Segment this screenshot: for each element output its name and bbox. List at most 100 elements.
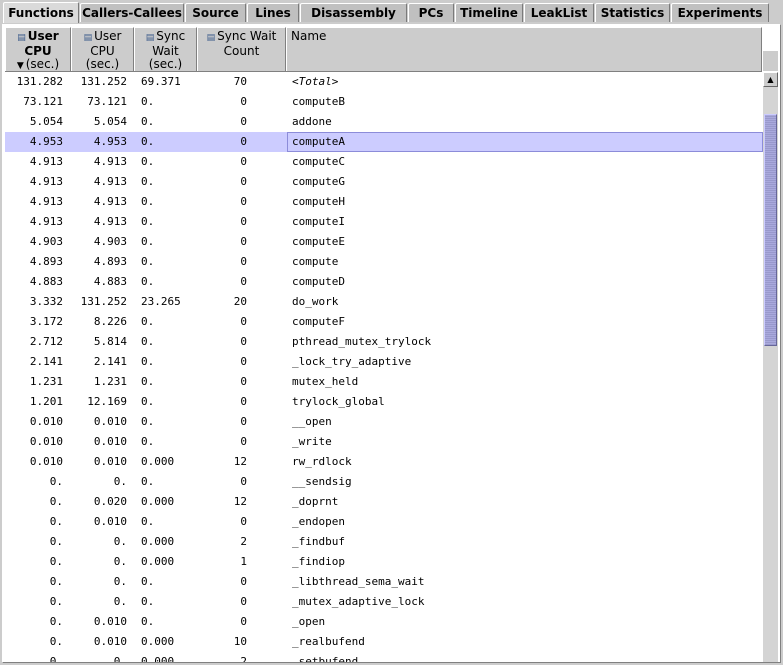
sync-wait-cell: 0. — [141, 415, 155, 428]
exclusive-user-cpu-cell: 2.712 — [29, 335, 63, 348]
sync-wait-cell: 0. — [141, 235, 155, 248]
metric-icon: ▤ — [17, 33, 26, 43]
tab-experiments[interactable]: Experiments — [671, 3, 769, 22]
header-corner — [763, 51, 778, 71]
tab-disassembly[interactable]: Disassembly — [300, 3, 407, 22]
function-name-cell: _write — [292, 435, 332, 448]
sync-wait-count-cell: 1 — [240, 555, 247, 568]
inclusive-user-cpu-cell: 0.010 — [93, 515, 127, 528]
table-row[interactable]: 131.282 131.252 69.371 70 <Total> — [5, 72, 763, 92]
table-row[interactable]: 4.953 4.953 0. 0 computeA — [5, 132, 763, 152]
function-name-cell: mutex_held — [292, 375, 359, 388]
inclusive-user-cpu-cell: 0. — [113, 535, 127, 548]
table-row[interactable]: 1.201 12.169 0. 0 trylock_global — [5, 392, 763, 412]
table-row[interactable]: 0. 0. 0.000 1 _findiop — [5, 552, 763, 572]
scrollbar-thumb[interactable] — [764, 114, 777, 346]
exclusive-user-cpu-cell: 0. — [49, 575, 63, 588]
table-row[interactable]: 0.010 0.010 0.000 12 rw_rdlock — [5, 452, 763, 472]
tab-lines[interactable]: Lines — [247, 3, 299, 22]
table-row[interactable]: 4.913 4.913 0. 0 computeI — [5, 212, 763, 232]
exclusive-user-cpu-cell: 4.903 — [29, 235, 63, 248]
tab-pcs[interactable]: PCs — [408, 3, 454, 22]
scroll-up-arrow-icon[interactable]: ▲ — [763, 72, 778, 87]
sync-wait-count-cell: 0 — [240, 115, 247, 128]
inclusive-user-cpu-cell: 4.903 — [93, 235, 127, 248]
function-name-cell: <Total> — [292, 75, 339, 88]
table-row[interactable]: 2.712 5.814 0. 0 pthread_mutex_trylock — [5, 332, 763, 352]
exclusive-user-cpu-cell: 131.282 — [16, 75, 63, 88]
table-row[interactable]: 0. 0. 0. 0 _mutex_adaptive_lock — [5, 592, 763, 612]
sync-wait-count-cell: 0 — [240, 315, 247, 328]
table-row[interactable]: 3.172 8.226 0. 0 computeF — [5, 312, 763, 332]
column-header-name[interactable]: Name — [286, 27, 762, 71]
table-row[interactable]: 0. 0.010 0. 0 _open — [5, 612, 763, 632]
table-row[interactable]: 4.913 4.913 0. 0 computeH — [5, 192, 763, 212]
function-name-cell: _libthread_sema_wait — [292, 575, 425, 588]
sync-wait-cell: 0. — [141, 435, 155, 448]
table-row[interactable]: 0. 0. 0.000 2 _setbufend — [5, 652, 763, 662]
table-row[interactable]: 0.010 0.010 0. 0 _write — [5, 432, 763, 452]
inclusive-user-cpu-cell: 131.252 — [80, 75, 127, 88]
table-row[interactable]: 0.010 0.010 0. 0 __open — [5, 412, 763, 432]
table-row[interactable]: 0. 0.020 0.000 12 _doprnt — [5, 492, 763, 512]
exclusive-user-cpu-cell: 1.231 — [29, 375, 63, 388]
function-name-cell: _mutex_adaptive_lock — [292, 595, 425, 608]
inclusive-user-cpu-cell: 0. — [113, 475, 127, 488]
tab-callers-callees[interactable]: Callers-Callees — [80, 3, 184, 22]
tab-functions[interactable]: Functions — [3, 2, 79, 23]
function-name-cell: _findiop — [292, 555, 345, 568]
table-row[interactable]: 4.903 4.903 0. 0 computeE — [5, 232, 763, 252]
sync-wait-count-cell: 0 — [240, 375, 247, 388]
function-name-cell: rw_rdlock — [292, 455, 352, 468]
table-row[interactable]: 0. 0. 0.000 2 _findbuf — [5, 532, 763, 552]
exclusive-user-cpu-cell: 4.913 — [29, 195, 63, 208]
column-header-exclusive-user-cpu[interactable]: ▤ User CPU ▼ (sec.) — [5, 27, 71, 71]
function-name-cell: computeD — [292, 275, 345, 288]
metric-icon: ▤ — [206, 33, 216, 43]
tab-bar: Functions Callers-Callees Source Lines Disas… — [0, 0, 783, 24]
sync-wait-count-cell: 0 — [240, 335, 247, 348]
function-name-cell: computeF — [292, 315, 345, 328]
tab-leaklist[interactable]: LeakList — [524, 3, 594, 22]
sync-wait-cell: 0. — [141, 595, 155, 608]
column-header-sync-wait-count[interactable]: ▤ Sync Wait Count — [197, 27, 286, 71]
table-row[interactable]: 2.141 2.141 0. 0 _lock_try_adaptive — [5, 352, 763, 372]
tab-statistics[interactable]: Statistics — [595, 3, 670, 22]
tab-source[interactable]: Source — [185, 3, 246, 22]
table-row[interactable]: 5.054 5.054 0. 0 addone — [5, 112, 763, 132]
table-row[interactable]: 4.893 4.893 0. 0 compute — [5, 252, 763, 272]
exclusive-user-cpu-cell: 2.141 — [29, 355, 63, 368]
exclusive-user-cpu-cell: 73.121 — [23, 95, 63, 108]
table-row[interactable]: 0. 0. 0. 0 __sendsig — [5, 472, 763, 492]
column-header-inclusive-user-cpu[interactable]: ▤ User CPU (sec.) — [71, 27, 134, 71]
column-header-sync-wait[interactable]: ▤ Sync Wait (sec.) — [134, 27, 197, 71]
sync-wait-cell: 0. — [141, 115, 155, 128]
sync-wait-count-cell: 2 — [240, 535, 247, 548]
table-row[interactable]: 0. 0.010 0. 0 _endopen — [5, 512, 763, 532]
exclusive-user-cpu-cell: 0. — [49, 495, 63, 508]
vertical-scrollbar[interactable]: ▲ — [763, 72, 778, 662]
inclusive-user-cpu-cell: 4.893 — [93, 255, 127, 268]
sync-wait-count-cell: 2 — [240, 655, 247, 662]
table-row[interactable]: 4.883 4.883 0. 0 computeD — [5, 272, 763, 292]
sync-wait-count-cell: 0 — [240, 95, 247, 108]
function-name-cell: _findbuf — [292, 535, 345, 548]
sync-wait-cell: 0. — [141, 475, 155, 488]
sync-wait-count-cell: 0 — [240, 215, 247, 228]
table-row[interactable]: 0. 0.010 0.000 10 _realbufend — [5, 632, 763, 652]
exclusive-user-cpu-cell: 1.201 — [29, 395, 63, 408]
exclusive-user-cpu-cell: 0.010 — [29, 415, 63, 428]
tab-timeline[interactable]: Timeline — [455, 3, 523, 22]
table-row[interactable]: 4.913 4.913 0. 0 computeC — [5, 152, 763, 172]
sync-wait-cell: 0. — [141, 375, 155, 388]
table-row[interactable]: 73.121 73.121 0. 0 computeB — [5, 92, 763, 112]
table-row[interactable]: 0. 0. 0. 0 _libthread_sema_wait — [5, 572, 763, 592]
table-row[interactable]: 4.913 4.913 0. 0 computeG — [5, 172, 763, 192]
sort-descending-icon: ▼ — [16, 61, 24, 71]
inclusive-user-cpu-cell: 0.010 — [93, 415, 127, 428]
functions-panel: ▤ User CPU ▼ (sec.) ▤ User CPU (sec.) ▤ Sync… — [2, 24, 781, 663]
inclusive-user-cpu-cell: 5.054 — [93, 115, 127, 128]
exclusive-user-cpu-cell: 3.332 — [29, 295, 63, 308]
table-row[interactable]: 1.231 1.231 0. 0 mutex_held — [5, 372, 763, 392]
table-row[interactable]: 3.332 131.252 23.265 20 do_work — [5, 292, 763, 312]
